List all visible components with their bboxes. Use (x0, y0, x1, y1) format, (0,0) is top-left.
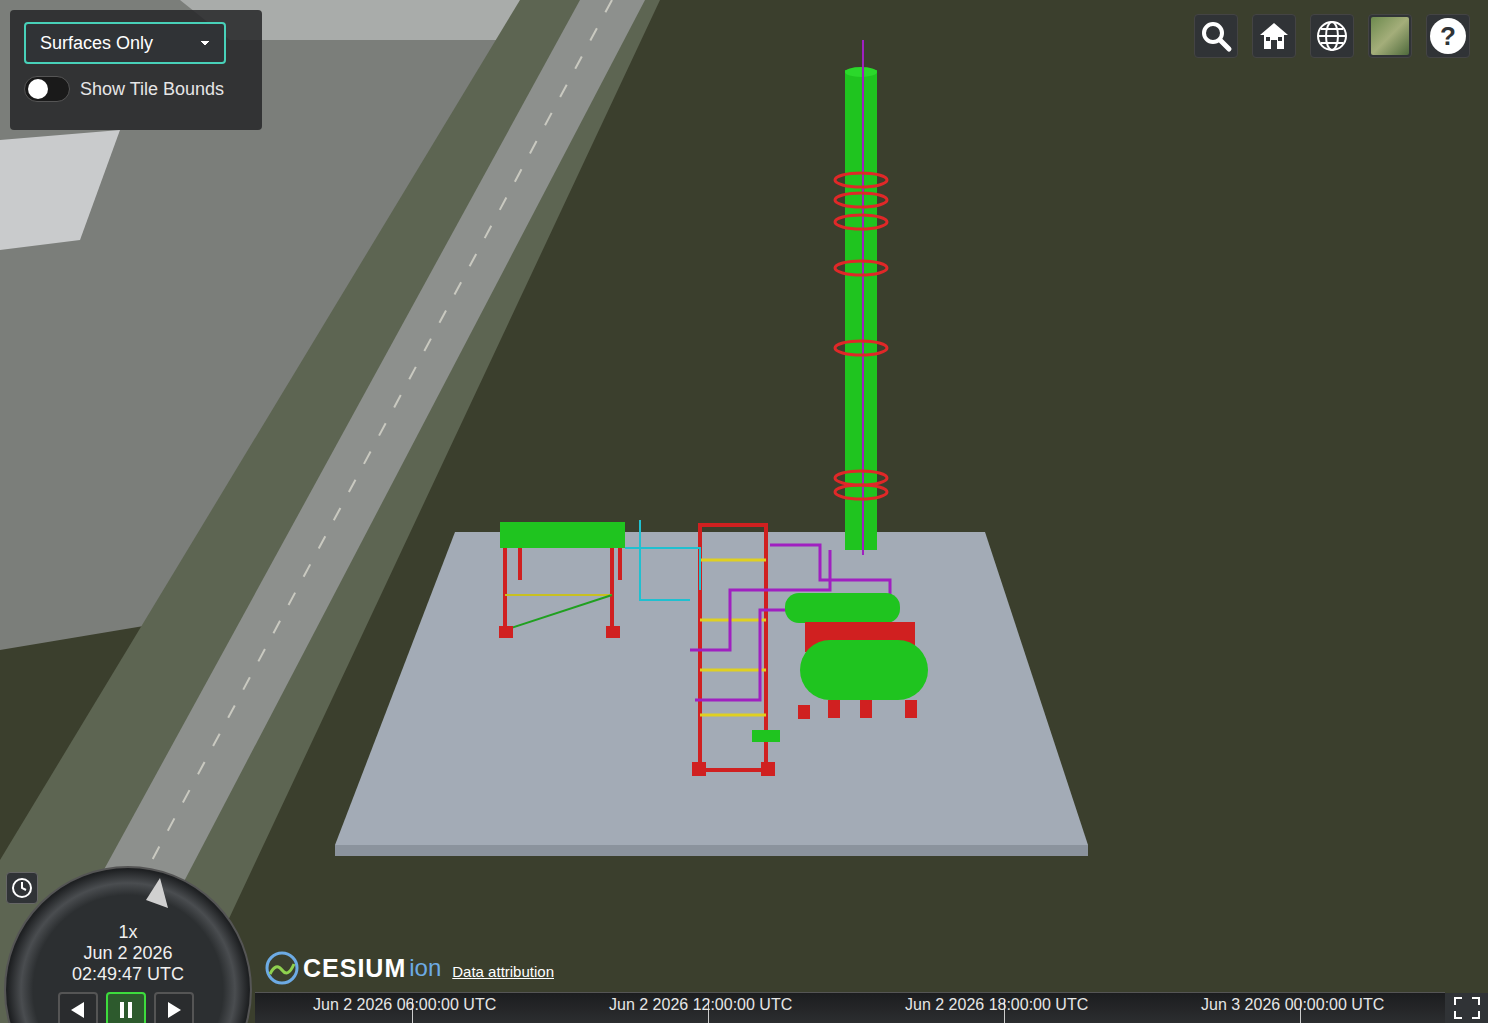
style-dropdown[interactable]: Surfaces Only (24, 22, 226, 64)
credits: CESIUM ion Data attribution (264, 950, 554, 986)
plant-model[interactable] (499, 40, 928, 776)
site-platform (335, 532, 1088, 845)
timeline-label: Jun 2 2026 18:00:00 UTC (905, 996, 1088, 1014)
base-layer-picker[interactable] (1368, 14, 1412, 58)
clock-icon (11, 877, 33, 899)
timeline[interactable]: Jun 2 2026 06:00:00 UTC Jun 2 2026 12:00… (255, 992, 1445, 1023)
speed-label: 1x (6, 922, 250, 943)
fullscreen-icon (1452, 995, 1482, 1021)
dropdown-value: Surfaces Only (40, 33, 153, 54)
reverse-button[interactable] (58, 992, 98, 1023)
animation-toggle-button[interactable] (6, 872, 38, 904)
navigation-toolbar: ? (1194, 14, 1470, 58)
animation-readout: 1x Jun 2 2026 02:49:47 UTC (6, 922, 250, 985)
pause-button[interactable] (106, 992, 146, 1023)
home-button[interactable] (1252, 14, 1296, 58)
play-button[interactable] (154, 992, 194, 1023)
animation-buttons (58, 992, 194, 1023)
logo-text: CESIUM (303, 954, 406, 983)
caret-icon (200, 40, 210, 46)
help-button[interactable]: ? (1426, 14, 1470, 58)
date-label: Jun 2 2026 (6, 943, 250, 964)
data-attribution-link[interactable]: Data attribution (452, 963, 554, 980)
search-button[interactable] (1194, 14, 1238, 58)
scene-mode-button[interactable] (1310, 14, 1354, 58)
building-roof (0, 130, 120, 250)
globe-icon (1315, 19, 1349, 53)
cesium-viewer[interactable]: Surfaces Only Show Tile Bounds ? 1x Jun … (0, 0, 1488, 1023)
pause-icon (116, 1000, 136, 1020)
cesium-logo-icon (264, 950, 300, 986)
play-icon (164, 1000, 184, 1020)
toggle-switch[interactable] (24, 76, 70, 102)
inspector-panel: Surfaces Only Show Tile Bounds (10, 10, 262, 130)
timeline-label: Jun 2 2026 12:00:00 UTC (609, 996, 792, 1014)
home-icon (1258, 20, 1290, 52)
terrain (0, 0, 1488, 1023)
timeline-label: Jun 3 2026 00:00:00 UTC (1201, 996, 1384, 1014)
help-icon: ? (1430, 18, 1466, 54)
search-icon (1199, 19, 1233, 53)
shuttle-pointer-icon[interactable] (138, 878, 168, 914)
toggle-knob (28, 79, 48, 99)
fullscreen-button[interactable] (1445, 993, 1488, 1023)
tile-bounds-toggle[interactable]: Show Tile Bounds (24, 76, 248, 102)
timeline-label: Jun 2 2026 06:00:00 UTC (313, 996, 496, 1014)
scene-3d[interactable] (0, 0, 1488, 1023)
imagery-thumbnail (1371, 17, 1409, 55)
logo-subtext: ion (409, 954, 441, 982)
toggle-label: Show Tile Bounds (80, 79, 224, 100)
time-label: 02:49:47 UTC (6, 964, 250, 985)
reverse-icon (68, 1000, 88, 1020)
